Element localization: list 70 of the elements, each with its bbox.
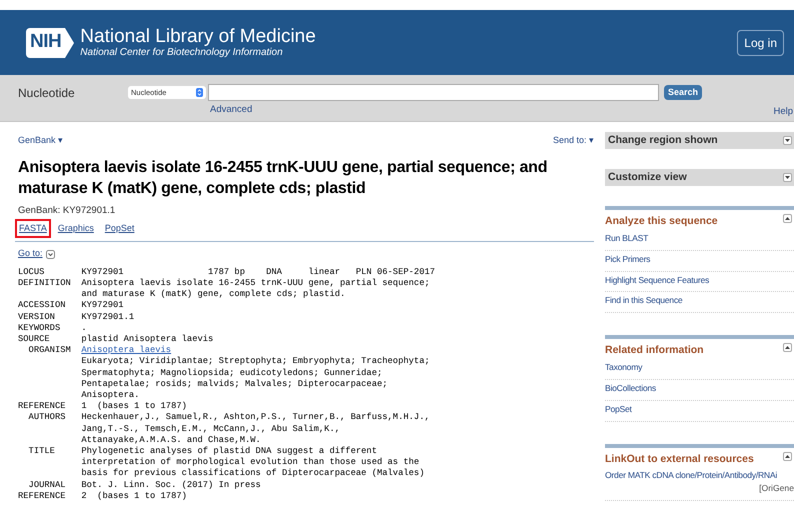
collapsed-panel-header[interactable]: Change region shown <box>605 132 794 149</box>
field-label: JOURNAL <box>28 480 66 490</box>
collapse-icon[interactable] <box>783 214 792 223</box>
view-link[interactable]: Graphics <box>54 218 98 238</box>
field-value: and maturase K (matK) gene, complete cds; plastid. <box>81 289 346 300</box>
collapse-icon[interactable] <box>783 343 792 352</box>
organism-link[interactable]: Anisoptera laevis <box>81 345 172 356</box>
field-value: Eukaryota; Viridiplantae; Streptophyta; Embryophyta; Tracheophyta; <box>81 356 430 368</box>
view-link[interactable]: FASTA <box>15 218 51 238</box>
sidebar-link[interactable]: Pick Primers <box>605 252 650 266</box>
field-value: KY972901 1787 bp DNA linear PLN 06-SEP-2017 <box>81 266 436 278</box>
link-source: [OriGene <box>759 482 794 496</box>
site-title: National Library of Medicine <box>80 27 316 46</box>
sidebar-link[interactable]: Order MATK cDNA clone/Protein/Antibody/RNAi <box>605 469 778 482</box>
field-value: Attanayake,A.M.A.S. and Chase,M.W. <box>81 434 261 446</box>
field-label: ORGANISM <box>28 345 71 356</box>
expand-icon[interactable] <box>783 173 792 182</box>
view-link[interactable]: PopSet <box>100 218 138 238</box>
collapsed-panel-header[interactable]: Customize view <box>605 169 794 186</box>
field-value: Heckenhauer,J., Samuel,R., Ashton,P.S., Turner,B., Barfuss,M.H.J., <box>81 412 430 424</box>
field-value: Anisoptera. <box>81 390 140 402</box>
login-button[interactable]: Log in <box>737 30 784 56</box>
accession-line: GenBank: KY972901.1 <box>18 204 116 218</box>
format-menu[interactable]: GenBank ▾ <box>18 134 64 148</box>
help-link[interactable]: Help <box>773 105 793 120</box>
goto-link[interactable]: Go to: <box>18 247 43 261</box>
field-label: AUTHORS <box>28 412 66 422</box>
field-value: . <box>81 322 87 334</box>
collapse-icon[interactable] <box>783 452 792 461</box>
panel-title: Analyze this sequence <box>605 214 718 229</box>
record-title: Anisoptera laevis isolate 16-2455 trnK-UUU gene, partial sequence; and maturase K (matK) gene, complete cds; plastid <box>18 158 548 198</box>
field-value: plastid Anisoptera laevis <box>81 334 214 346</box>
sidebar-link[interactable]: BioCollections <box>605 382 656 395</box>
field-label: KEYWORDS <box>18 322 60 333</box>
search-button[interactable]: Search <box>664 85 702 100</box>
field-value: Bot. J. Linn. Soc. (2017) In press <box>81 480 261 491</box>
search-field[interactable] <box>208 84 659 101</box>
field-value: interpretation of morphological evolution than those used as the <box>81 457 420 468</box>
field-label: DEFINITION <box>18 278 71 288</box>
sidebar-link[interactable]: Highlight Sequence Features <box>605 274 710 286</box>
advanced-link[interactable]: Advanced <box>210 103 252 118</box>
sidebar-link[interactable]: Taxonomy <box>605 361 642 374</box>
field-value: 1 (bases 1 to 1787) <box>81 401 187 412</box>
field-value: Spermatophyta; Magnoliopsida; eudicotyledons; Gunneridae; <box>81 368 382 379</box>
send-to-menu[interactable]: Send to: ▾ <box>552 134 594 148</box>
field-value: KY972901 <box>81 300 124 312</box>
field-label: ACCESSION <box>18 300 66 310</box>
field-label: SOURCE <box>18 334 50 344</box>
dropdown-icon[interactable] <box>46 250 55 258</box>
field-label: REFERENCE <box>18 490 66 501</box>
field-label: TITLE <box>28 446 55 456</box>
sidebar-link[interactable]: PopSet <box>605 402 632 416</box>
field-value: 2 (bases 1 to 1787) <box>81 490 187 502</box>
field-value: KY972901.1 <box>81 312 134 323</box>
field-value: Jang,T.-S., Temsch,E.M., McCann,J., Abu Salim,K., <box>81 424 340 435</box>
expand-icon[interactable] <box>783 136 792 145</box>
sidebar-link[interactable]: Run BLAST <box>605 232 648 245</box>
panel-title: Related information <box>605 343 704 358</box>
site-subtitle: National Center for Biotechnology Information <box>80 48 284 58</box>
field-value: Phylogenetic analyses of plastid DNA suggest a different <box>81 446 377 458</box>
stepper-icon[interactable] <box>196 88 203 97</box>
field-value: basis for previous classifications of Dipterocarpaceae (Malvales) <box>81 468 424 480</box>
field-label: REFERENCE <box>18 401 66 412</box>
field-value: Anisoptera laevis isolate 16-2455 trnK-UUU gene, partial sequence; <box>81 278 430 290</box>
sidebar-link[interactable]: Find in this Sequence <box>605 294 682 308</box>
field-label: VERSION <box>18 312 55 322</box>
field-value: Pentapetalae; rosids; malvids; Malvales; Dipterocarpaceae; <box>81 378 388 390</box>
field-label: LOCUS <box>18 266 44 277</box>
panel-title: LinkOut to external resources <box>605 452 754 467</box>
database-label: Nucleotide <box>18 85 76 102</box>
